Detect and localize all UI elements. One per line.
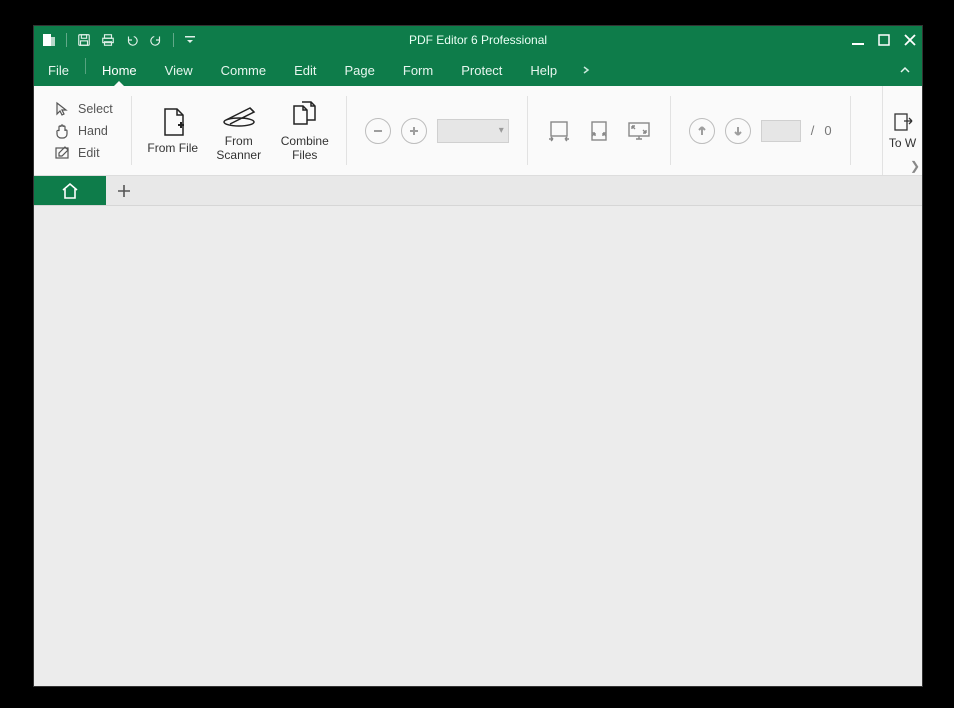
zoom-level-dropdown[interactable]: ▾ — [437, 119, 509, 143]
redo-icon[interactable] — [149, 33, 163, 47]
ribbon-separator — [670, 96, 671, 165]
page-number-input[interactable] — [761, 120, 801, 142]
collapse-ribbon-icon[interactable] — [898, 63, 912, 80]
to-word-label: To W — [889, 136, 916, 150]
plus-icon — [117, 184, 131, 198]
fit-width-button[interactable] — [546, 118, 572, 144]
close-button[interactable] — [902, 32, 918, 48]
file-plus-icon — [159, 106, 187, 138]
home-tab[interactable] — [34, 176, 106, 205]
prev-page-button[interactable] — [689, 118, 715, 144]
new-tab-button[interactable] — [106, 176, 142, 205]
hand-tool-label: Hand — [78, 124, 108, 138]
menu-home[interactable]: Home — [88, 57, 151, 86]
page-total: 0 — [824, 123, 831, 138]
dropdown-chevron-icon: ▾ — [499, 125, 504, 136]
next-page-button[interactable] — [725, 118, 751, 144]
print-icon[interactable] — [101, 33, 115, 47]
select-tool[interactable]: Select — [54, 101, 113, 117]
menu-bar: File Home View Comme Edit Page Form Prot… — [34, 54, 922, 86]
zoom-out-button[interactable] — [365, 118, 391, 144]
menu-separator — [85, 58, 86, 74]
ribbon-scroll-right-icon[interactable]: ❯ — [910, 159, 920, 173]
qat-separator — [173, 33, 174, 47]
scanner-icon — [222, 99, 256, 131]
edit-tool-label: Edit — [78, 146, 100, 160]
from-scanner-button[interactable]: From Scanner — [206, 93, 272, 169]
title-bar: PDF Editor 6 Professional — [34, 26, 922, 54]
menu-file[interactable]: File — [34, 57, 83, 86]
menu-page[interactable]: Page — [331, 57, 389, 86]
qat-customize-icon[interactable] — [184, 34, 196, 46]
from-file-label: From File — [147, 142, 198, 156]
select-tool-label: Select — [78, 102, 113, 116]
menu-comment[interactable]: Comme — [207, 57, 281, 86]
fit-page-button[interactable] — [586, 118, 612, 144]
combine-files-icon — [290, 99, 320, 131]
zoom-in-button[interactable] — [401, 118, 427, 144]
home-icon — [60, 181, 80, 201]
combine-files-button[interactable]: Combine Files — [272, 93, 338, 169]
ribbon-separator — [850, 96, 851, 165]
menu-protect[interactable]: Protect — [447, 57, 516, 86]
app-window: PDF Editor 6 Professional File Home View… — [34, 26, 922, 686]
app-icon — [42, 33, 56, 47]
document-tab-strip — [34, 176, 922, 206]
hand-tool[interactable]: Hand — [54, 123, 113, 139]
combine-files-label: Combine Files — [281, 135, 329, 163]
ribbon-separator — [131, 96, 132, 165]
qat-separator — [66, 33, 67, 47]
menu-edit[interactable]: Edit — [280, 57, 330, 86]
menu-view[interactable]: View — [151, 57, 207, 86]
fit-screen-button[interactable] — [626, 118, 652, 144]
edit-tool[interactable]: Edit — [54, 145, 113, 161]
from-scanner-label: From Scanner — [216, 135, 261, 163]
menu-form[interactable]: Form — [389, 57, 447, 86]
ribbon-separator — [346, 96, 347, 165]
from-file-button[interactable]: From File — [140, 100, 206, 162]
menu-help[interactable]: Help — [516, 57, 571, 86]
ribbon: Select Hand Edit From File — [34, 86, 922, 176]
undo-icon[interactable] — [125, 33, 139, 47]
document-work-area — [34, 206, 922, 686]
ribbon-separator — [527, 96, 528, 165]
maximize-button[interactable] — [876, 32, 892, 48]
export-icon — [892, 111, 914, 136]
page-total-separator: / — [811, 123, 815, 138]
menu-overflow-icon[interactable] — [571, 57, 601, 86]
minimize-button[interactable] — [850, 32, 866, 48]
save-icon[interactable] — [77, 33, 91, 47]
